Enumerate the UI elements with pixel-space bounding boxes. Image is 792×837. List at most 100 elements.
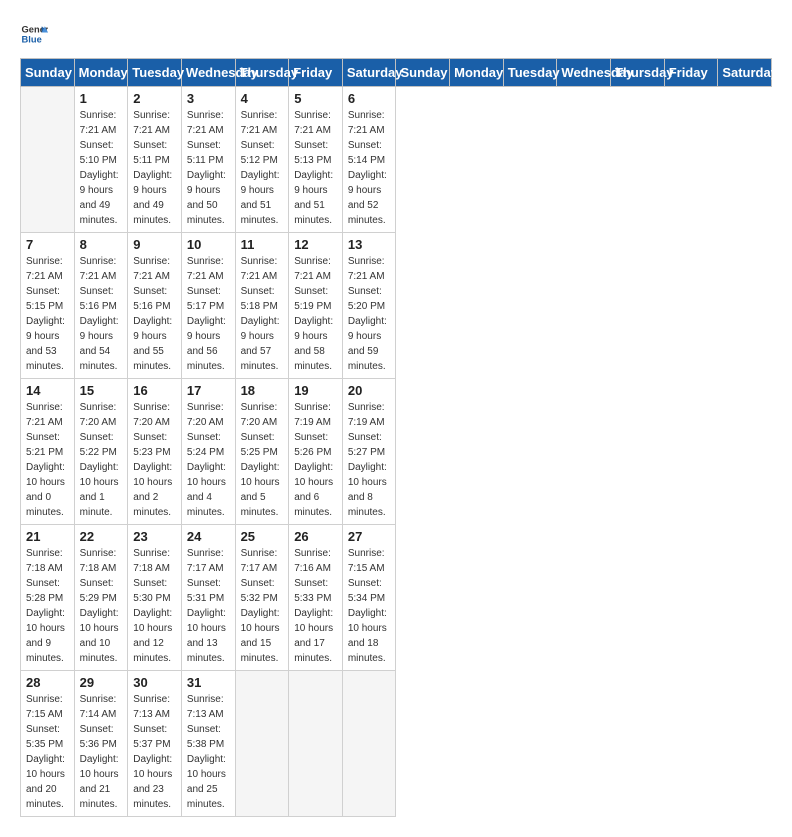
day-info: Sunrise: 7:20 AMSunset: 5:25 PMDaylight:… [241,400,284,520]
column-header-sunday: Sunday [396,59,450,87]
calendar-cell: 11Sunrise: 7:21 AMSunset: 5:18 PMDayligh… [235,233,289,379]
page-header: General Blue [20,20,772,48]
day-number: 8 [80,237,123,252]
day-info: Sunrise: 7:21 AMSunset: 5:11 PMDaylight:… [187,108,230,228]
day-number: 18 [241,383,284,398]
column-header-monday: Monday [74,59,128,87]
calendar-cell: 1 Sunrise: 7:21 AMSunset: 5:10 PMDaylight… [74,87,128,233]
day-number: 24 [187,529,230,544]
day-number: 21 [26,529,69,544]
day-number: 22 [80,529,123,544]
day-info: Sunrise: 7:20 AMSunset: 5:22 PMDaylight:… [80,400,123,520]
calendar-cell [21,87,75,233]
day-info: Sunrise: 7:15 AMSunset: 5:34 PMDaylight:… [348,546,391,666]
calendar-cell: 12Sunrise: 7:21 AMSunset: 5:19 PMDayligh… [289,233,343,379]
day-info: Sunrise: 7:17 AMSunset: 5:32 PMDaylight:… [241,546,284,666]
week-row-3: 14Sunrise: 7:21 AMSunset: 5:21 PMDayligh… [21,379,772,525]
calendar-cell: 27 Sunrise: 7:15 AMSunset: 5:34 PMDayligh… [342,525,396,671]
day-number: 26 [294,529,337,544]
calendar-cell: 30 Sunrise: 7:13 AMSunset: 5:37 PMDayligh… [128,671,182,817]
calendar-cell: 20 Sunrise: 7:19 AMSunset: 5:27 PMDayligh… [342,379,396,525]
day-number: 23 [133,529,176,544]
calendar-cell: 19 Sunrise: 7:19 AMSunset: 5:26 PMDayligh… [289,379,343,525]
calendar-cell: 17 Sunrise: 7:20 AMSunset: 5:24 PMDayligh… [181,379,235,525]
day-info: Sunrise: 7:21 AMSunset: 5:17 PMDaylight:… [187,254,230,374]
day-number: 3 [187,91,230,106]
day-info: Sunrise: 7:21 AMSunset: 5:10 PMDaylight:… [80,108,123,228]
day-info: Sunrise: 7:20 AMSunset: 5:24 PMDaylight:… [187,400,230,520]
day-number: 9 [133,237,176,252]
column-header-saturday: Saturday [342,59,396,87]
day-number: 1 [80,91,123,106]
day-info: Sunrise: 7:13 AMSunset: 5:38 PMDaylight:… [187,692,230,812]
day-info: Sunrise: 7:21 AMSunset: 5:14 PMDaylight:… [348,108,391,228]
column-header-friday: Friday [289,59,343,87]
calendar-cell: 4Sunrise: 7:21 AMSunset: 5:12 PMDaylight… [235,87,289,233]
column-header-wednesday: Wednesday [181,59,235,87]
calendar-cell: 16 Sunrise: 7:20 AMSunset: 5:23 PMDayligh… [128,379,182,525]
calendar-cell: 7Sunrise: 7:21 AMSunset: 5:15 PMDaylight… [21,233,75,379]
column-header-wednesday: Wednesday [557,59,611,87]
day-info: Sunrise: 7:18 AMSunset: 5:28 PMDaylight:… [26,546,69,666]
day-info: Sunrise: 7:21 AMSunset: 5:11 PMDaylight:… [133,108,176,228]
calendar-cell: 25Sunrise: 7:17 AMSunset: 5:32 PMDayligh… [235,525,289,671]
calendar-cell: 2 Sunrise: 7:21 AMSunset: 5:11 PMDaylight… [128,87,182,233]
day-info: Sunrise: 7:19 AMSunset: 5:26 PMDaylight:… [294,400,337,520]
day-number: 5 [294,91,337,106]
day-info: Sunrise: 7:17 AMSunset: 5:31 PMDaylight:… [187,546,230,666]
calendar-cell: 26Sunrise: 7:16 AMSunset: 5:33 PMDayligh… [289,525,343,671]
day-number: 30 [133,675,176,690]
calendar-cell: 21 Sunrise: 7:18 AMSunset: 5:28 PMDayligh… [21,525,75,671]
day-number: 15 [80,383,123,398]
calendar-cell: 22Sunrise: 7:18 AMSunset: 5:29 PMDayligh… [74,525,128,671]
day-number: 14 [26,383,69,398]
day-info: Sunrise: 7:21 AMSunset: 5:13 PMDaylight:… [294,108,337,228]
day-number: 17 [187,383,230,398]
day-number: 16 [133,383,176,398]
column-header-tuesday: Tuesday [128,59,182,87]
day-number: 6 [348,91,391,106]
day-number: 12 [294,237,337,252]
day-info: Sunrise: 7:21 AMSunset: 5:15 PMDaylight:… [26,254,69,374]
day-info: Sunrise: 7:13 AMSunset: 5:37 PMDaylight:… [133,692,176,812]
column-header-friday: Friday [664,59,718,87]
column-header-thursday: Thursday [235,59,289,87]
calendar-cell: 31Sunrise: 7:13 AMSunset: 5:38 PMDayligh… [181,671,235,817]
week-row-4: 21 Sunrise: 7:18 AMSunset: 5:28 PMDayligh… [21,525,772,671]
calendar-cell: 28Sunrise: 7:15 AMSunset: 5:35 PMDayligh… [21,671,75,817]
calendar-cell: 15 Sunrise: 7:20 AMSunset: 5:22 PMDayligh… [74,379,128,525]
day-info: Sunrise: 7:15 AMSunset: 5:35 PMDaylight:… [26,692,69,812]
day-info: Sunrise: 7:21 AMSunset: 5:16 PMDaylight:… [80,254,123,374]
day-number: 2 [133,91,176,106]
logo-icon: General Blue [20,20,48,48]
calendar-cell: 29Sunrise: 7:14 AMSunset: 5:36 PMDayligh… [74,671,128,817]
day-info: Sunrise: 7:21 AMSunset: 5:16 PMDaylight:… [133,254,176,374]
column-header-saturday: Saturday [718,59,772,87]
day-number: 19 [294,383,337,398]
week-row-5: 28Sunrise: 7:15 AMSunset: 5:35 PMDayligh… [21,671,772,817]
day-number: 4 [241,91,284,106]
day-number: 27 [348,529,391,544]
calendar-cell: 10 Sunrise: 7:21 AMSunset: 5:17 PMDayligh… [181,233,235,379]
day-number: 13 [348,237,391,252]
calendar-cell: 5 Sunrise: 7:21 AMSunset: 5:13 PMDaylight… [289,87,343,233]
calendar-cell [342,671,396,817]
day-number: 20 [348,383,391,398]
day-info: Sunrise: 7:20 AMSunset: 5:23 PMDaylight:… [133,400,176,520]
svg-text:Blue: Blue [22,35,42,45]
calendar-cell: 3 Sunrise: 7:21 AMSunset: 5:11 PMDaylight… [181,87,235,233]
day-number: 10 [187,237,230,252]
calendar-cell [289,671,343,817]
calendar-cell: 8 Sunrise: 7:21 AMSunset: 5:16 PMDaylight… [74,233,128,379]
day-info: Sunrise: 7:19 AMSunset: 5:27 PMDaylight:… [348,400,391,520]
day-info: Sunrise: 7:18 AMSunset: 5:30 PMDaylight:… [133,546,176,666]
calendar-cell: 6 Sunrise: 7:21 AMSunset: 5:14 PMDaylight… [342,87,396,233]
calendar-cell: 23 Sunrise: 7:18 AMSunset: 5:30 PMDayligh… [128,525,182,671]
day-number: 11 [241,237,284,252]
column-header-tuesday: Tuesday [503,59,557,87]
calendar-table: SundayMondayTuesdayWednesdayThursdayFrid… [20,58,772,817]
calendar-cell: 14Sunrise: 7:21 AMSunset: 5:21 PMDayligh… [21,379,75,525]
day-info: Sunrise: 7:14 AMSunset: 5:36 PMDaylight:… [80,692,123,812]
calendar-cell: 24 Sunrise: 7:17 AMSunset: 5:31 PMDayligh… [181,525,235,671]
header-row: SundayMondayTuesdayWednesdayThursdayFrid… [21,59,772,87]
